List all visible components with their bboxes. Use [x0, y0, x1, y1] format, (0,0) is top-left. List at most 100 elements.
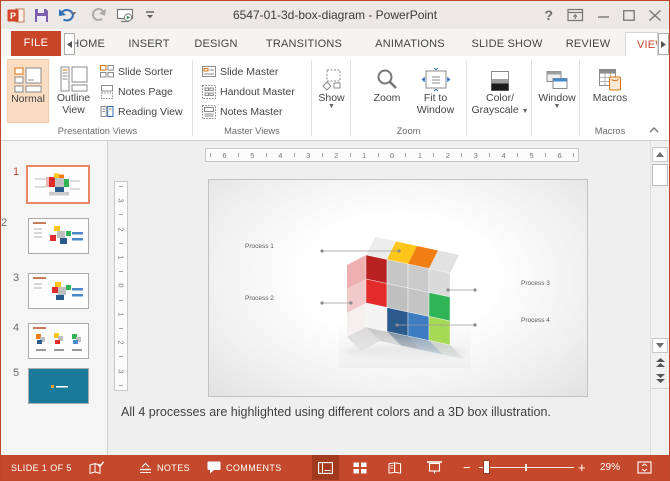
comments-toggle[interactable]: COMMENTS [207, 455, 282, 480]
ribbon-display-options-icon[interactable] [567, 8, 584, 22]
ruler-tick [349, 153, 351, 157]
normal-view-button[interactable]: Normal [7, 59, 49, 123]
fit-to-window-button[interactable]: Fit to Window [409, 59, 462, 123]
tab-view[interactable]: VIEW [625, 32, 658, 56]
slide-number: 5 [13, 367, 20, 379]
status-slide-show-icon [427, 461, 442, 474]
ruler-number: 5 [529, 150, 534, 160]
fit-to-window-label-2: Window [416, 104, 455, 116]
show-button[interactable]: Show ▼ [315, 59, 348, 123]
reading-view-button[interactable]: Reading View [100, 102, 183, 121]
slide-number: 3 [13, 272, 20, 284]
help-button[interactable]: ? [544, 7, 553, 23]
scrollbar-thumb[interactable] [652, 164, 668, 186]
notes-master-label: Notes Master [220, 105, 283, 118]
ruler-number: 4 [278, 150, 283, 160]
tab-file[interactable]: FILE [11, 31, 61, 56]
ruler-number: 4 [501, 150, 506, 160]
group-label-macros: Macros [594, 126, 626, 136]
vertical-scrollbar[interactable] [650, 141, 669, 457]
slide-sorter-button[interactable]: Slide Sorter [100, 62, 173, 81]
slide-thumbnail-3[interactable] [28, 273, 89, 309]
ruler-tick [119, 186, 123, 187]
ribbon: Normal Outline View Slide Sorter Notes P… [1, 56, 669, 141]
scroll-down-icon[interactable] [652, 338, 668, 353]
group-divider [350, 60, 351, 136]
status-slide-sorter-button[interactable] [346, 455, 373, 480]
zoom-in-button[interactable]: + [578, 455, 586, 480]
tab-animations[interactable]: ANIMATIONS [369, 32, 451, 56]
status-slide-show-button[interactable] [421, 455, 448, 480]
zoom-icon [375, 62, 399, 92]
status-reading-view-icon [388, 461, 401, 474]
reading-view-label: Reading View [118, 105, 183, 118]
process-1-label[interactable]: Process 1 [245, 243, 274, 250]
zoom-out-button[interactable]: − [463, 455, 471, 480]
ruler-number: 1 [116, 255, 126, 260]
ruler-tick [461, 153, 463, 157]
notes-master-button[interactable]: Notes Master [202, 102, 282, 121]
maximize-icon[interactable] [623, 9, 635, 21]
tab-review[interactable]: REVIEW [563, 32, 613, 56]
ruler-number: 6 [222, 150, 227, 160]
tab-slide-show[interactable]: SLIDE SHOW [469, 32, 545, 56]
3d-box-diagram: Process 1 Process 2 Process 3 Process 4 [245, 237, 550, 368]
show-dropdown-caret: ▼ [328, 103, 335, 110]
ruler-tick [210, 153, 211, 157]
fit-to-window-label-1: Fit to [423, 92, 448, 104]
tab-transitions[interactable]: TRANSITIONS [261, 32, 347, 56]
process-2-label[interactable]: Process 2 [245, 295, 274, 302]
macros-label: Macros [592, 92, 628, 104]
fit-to-window-icon [421, 62, 450, 92]
group-divider [466, 60, 467, 136]
zoom-button[interactable]: Zoom [367, 59, 407, 123]
process-3-label[interactable]: Process 3 [521, 280, 550, 287]
thumbnail-1-preview [28, 167, 88, 202]
tab-insert[interactable]: INSERT [127, 32, 171, 56]
group-divider [311, 60, 312, 136]
close-icon[interactable] [649, 9, 661, 21]
ribbon-tab-row: FILE HOME INSERT DESIGN TRANSITIONS ANIM… [1, 29, 669, 56]
notes-pane[interactable]: All 4 processes are highlighted using di… [109, 401, 650, 457]
process-4-label[interactable]: Process 4 [521, 317, 550, 324]
scroll-up-icon[interactable] [652, 147, 668, 162]
previous-slide-icon[interactable] [654, 357, 666, 369]
slide-indicator[interactable]: SLIDE 1 OF 5 [11, 455, 72, 480]
zoom-percentage[interactable]: 29% [600, 455, 620, 480]
outline-view-button[interactable]: Outline View [51, 59, 96, 123]
macros-button[interactable]: Macros [585, 59, 635, 123]
scrollbar-divider [651, 388, 669, 389]
ruler-number: 2 [445, 150, 450, 160]
tab-scroll-right-icon[interactable] [658, 33, 669, 55]
window-button[interactable]: Window ▼ [535, 59, 579, 123]
slide-thumbnail-4[interactable] [28, 323, 89, 359]
status-reading-view-button[interactable] [381, 455, 408, 480]
slide-canvas[interactable]: Process 1 Process 2 Process 3 Process 4 [208, 179, 588, 397]
group-divider [531, 60, 532, 136]
fit-slide-to-window-icon[interactable] [637, 455, 652, 480]
zoom-label: Zoom [373, 92, 401, 104]
color-grayscale-button[interactable]: Color/ Grayscale ▼ [471, 59, 529, 123]
notes-toggle[interactable]: NOTES [139, 455, 190, 480]
spell-check-icon[interactable] [89, 455, 104, 480]
slide-thumbnail-2[interactable] [28, 218, 89, 254]
horizontal-ruler: 6 5 4 3 2 1 0 1 2 3 4 5 6 [205, 148, 579, 162]
handout-master-button[interactable]: Handout Master [202, 82, 295, 101]
slide-thumbnail-1[interactable] [26, 165, 90, 204]
collapse-ribbon-icon[interactable] [649, 126, 659, 134]
status-normal-view-button[interactable] [312, 455, 339, 480]
tab-home[interactable]: HOME [75, 32, 105, 56]
slide-master-button[interactable]: Slide Master [202, 62, 278, 81]
ruler-number: 6 [557, 150, 562, 160]
next-slide-icon[interactable] [654, 372, 666, 384]
tab-design[interactable]: DESIGN [194, 32, 238, 56]
reading-view-icon [100, 105, 114, 117]
thumbnail-4-preview [29, 324, 88, 358]
notes-page-button[interactable]: Notes Page [100, 82, 173, 101]
slide-thumbnail-5[interactable] [28, 368, 89, 404]
minimize-icon[interactable] [598, 10, 609, 20]
ruler-number: 3 [473, 150, 478, 160]
zoom-slider-thumb[interactable] [483, 460, 490, 474]
comments-icon [207, 461, 221, 474]
tab-scroll-left-icon[interactable] [64, 33, 75, 55]
